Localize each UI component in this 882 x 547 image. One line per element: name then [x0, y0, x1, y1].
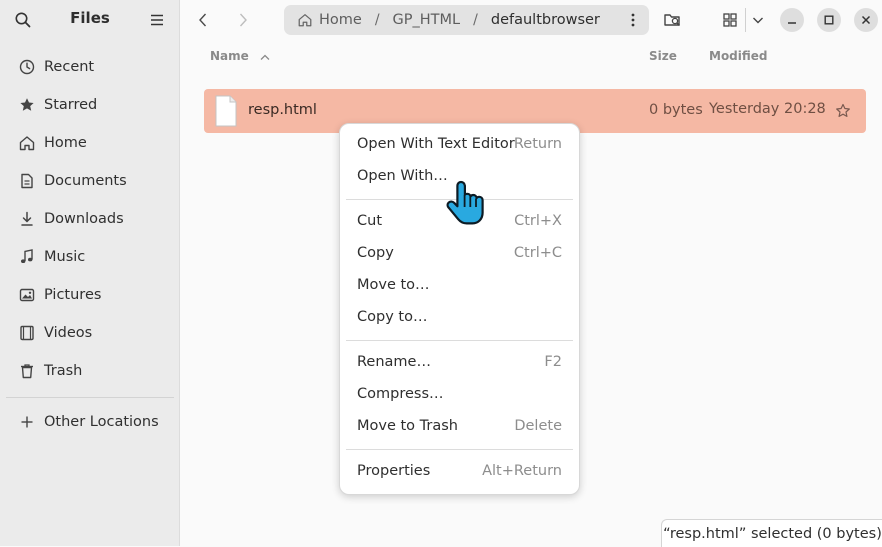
sidebar-item-other-locations[interactable]: Other Locations	[8, 406, 172, 438]
sidebar-item-label: Music	[44, 249, 86, 265]
folder-search-icon	[663, 11, 683, 29]
app-title: Files	[70, 9, 110, 27]
back-button[interactable]	[188, 6, 218, 34]
sidebar-item-label: Pictures	[44, 287, 102, 303]
menu-item-open-with-text-editor[interactable]: Open With Text Editor Return	[346, 130, 573, 160]
column-header-modified[interactable]: Modified	[709, 49, 768, 63]
chevron-left-icon	[196, 12, 210, 28]
sidebar-item-label: Downloads	[44, 211, 124, 227]
sidebar-item-pictures[interactable]: Pictures	[8, 279, 172, 311]
menu-item-copy[interactable]: Copy Ctrl+C	[346, 239, 573, 269]
sidebar-item-label: Home	[44, 135, 87, 151]
grid-view-icon	[722, 12, 738, 28]
maximize-icon	[824, 15, 834, 25]
view-divider	[745, 8, 746, 32]
close-icon	[861, 15, 871, 25]
trash-icon	[18, 362, 36, 380]
sidebar-item-videos[interactable]: Videos	[8, 317, 172, 349]
sidebar-item-label: Videos	[44, 325, 93, 341]
path-separator: /	[374, 12, 380, 28]
sidebar-item-label: Recent	[44, 59, 95, 75]
path-separator: /	[473, 12, 478, 28]
menu-item-move-to[interactable]: Move to…	[346, 271, 573, 301]
breadcrumb-defaultbrowser[interactable]: defaultbrowser	[491, 12, 600, 28]
sidebar-item-label: Documents	[44, 173, 127, 189]
sidebar-item-label: Starred	[44, 97, 98, 113]
file-size: 0 bytes	[649, 102, 703, 118]
download-icon	[18, 210, 36, 228]
chevron-down-icon	[751, 13, 765, 27]
column-header-name[interactable]: Name	[210, 49, 271, 63]
hamburger-menu-icon[interactable]	[148, 11, 166, 29]
sidebar-item-label: Other Locations	[44, 414, 159, 430]
view-toggle-button[interactable]	[718, 6, 742, 34]
hand-pointer-cursor-icon	[444, 178, 488, 230]
sidebar-item-downloads[interactable]: Downloads	[8, 203, 172, 235]
clock-icon	[18, 58, 36, 76]
sidebar-item-label: Trash	[44, 363, 83, 379]
menu-item-properties[interactable]: Properties Alt+Return	[346, 457, 573, 487]
breadcrumb-home[interactable]: Home	[297, 12, 362, 28]
forward-button[interactable]	[228, 6, 258, 34]
sidebar-item-documents[interactable]: Documents	[8, 165, 172, 197]
home-icon	[297, 12, 313, 28]
view-options-button[interactable]	[749, 6, 767, 34]
menu-item-copy-to[interactable]: Copy to…	[346, 303, 573, 333]
search-folder-button[interactable]	[658, 6, 688, 34]
star-icon	[18, 96, 36, 114]
picture-icon	[18, 286, 36, 304]
breadcrumb-gp-html[interactable]: GP_HTML	[393, 12, 461, 28]
sidebar-header: Files	[0, 0, 179, 40]
file-icon	[213, 95, 239, 127]
sidebar-item-home[interactable]: Home	[8, 127, 172, 159]
menu-separator	[346, 340, 573, 341]
star-icon[interactable]	[834, 102, 852, 120]
file-name: resp.html	[248, 102, 317, 118]
chevron-right-icon	[236, 12, 250, 28]
minimize-icon	[787, 15, 797, 25]
minimize-button[interactable]	[780, 8, 804, 32]
maximize-button[interactable]	[817, 8, 841, 32]
video-icon	[18, 324, 36, 342]
sidebar-item-trash[interactable]: Trash	[8, 355, 172, 387]
column-header-size[interactable]: Size	[649, 49, 677, 63]
menu-item-rename[interactable]: Rename… F2	[346, 348, 573, 378]
sidebar-item-music[interactable]: Music	[8, 241, 172, 273]
path-bar: Home / GP_HTML / defaultbrowser	[284, 5, 649, 35]
sidebar-item-starred[interactable]: Starred	[8, 89, 172, 121]
sort-ascending-icon	[259, 52, 271, 62]
file-modified: Yesterday 20:28	[709, 101, 826, 117]
vertical-dots-icon[interactable]	[625, 12, 641, 28]
menu-item-compress[interactable]: Compress…	[346, 380, 573, 410]
sidebar-divider	[6, 397, 174, 398]
home-icon	[18, 134, 36, 152]
plus-icon	[18, 413, 36, 431]
sidebar: Files Recent Starred Home Documents Down…	[0, 0, 180, 546]
sidebar-item-recent[interactable]: Recent	[8, 51, 172, 83]
document-icon	[18, 172, 36, 190]
close-button[interactable]	[854, 8, 878, 32]
music-note-icon	[18, 248, 36, 266]
menu-item-move-to-trash[interactable]: Move to Trash Delete	[346, 412, 573, 442]
menu-separator	[346, 449, 573, 450]
search-icon[interactable]	[14, 11, 32, 29]
status-bar: “resp.html” selected (0 bytes)	[661, 519, 882, 547]
